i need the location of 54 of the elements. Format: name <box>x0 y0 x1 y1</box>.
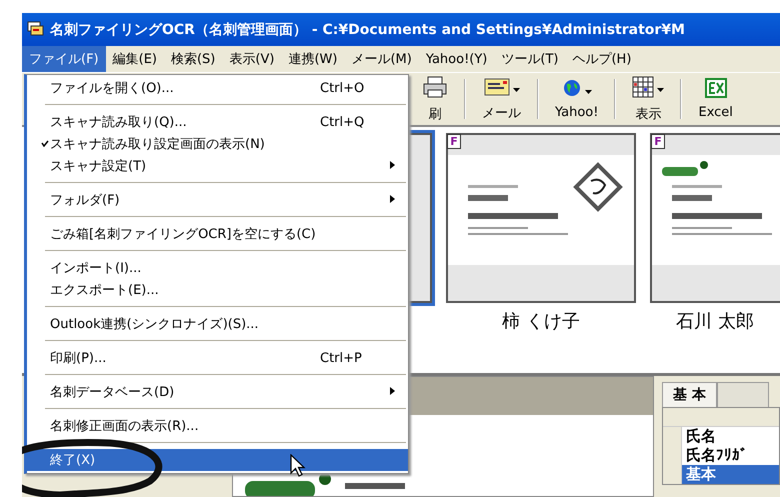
grid-icon <box>632 76 654 98</box>
globe-icon <box>562 78 582 98</box>
menu-item[interactable]: ファイル(F) <box>22 46 106 72</box>
badge: F <box>651 134 665 149</box>
menu-item[interactable]: 検索(S) <box>164 46 222 72</box>
menu-item[interactable]: 編集(E) <box>106 46 164 72</box>
card-thumbnail[interactable]: F <box>650 133 780 303</box>
toolbar-button[interactable]: Yahoo! <box>545 76 608 122</box>
menu-item[interactable]: 名刺データベース(D) <box>27 381 408 403</box>
menu-item[interactable]: スキャナ読み取り設定画面の表示(N) <box>27 133 408 155</box>
card-name: 柿 くけ子 <box>502 310 580 333</box>
menu-item[interactable]: エクスポート(E)... <box>27 279 408 301</box>
menu-item[interactable]: フォルダ(F) <box>27 189 408 211</box>
toolbar-button[interactable]: 刷 <box>412 74 458 124</box>
toolbar-button[interactable]: 表示 <box>622 74 674 124</box>
menu-item[interactable]: ごみ箱[名刺ファイリングOCR]を空にする(C) <box>27 223 408 245</box>
table-cell[interactable]: 氏名 <box>682 427 779 446</box>
table-cell[interactable]: 基本 <box>682 465 779 484</box>
menu-item[interactable]: 連携(W) <box>281 46 344 72</box>
menu-item[interactable]: 表示(V) <box>222 46 282 72</box>
menu-item[interactable]: メール(M) <box>344 46 419 72</box>
caret-icon <box>512 88 520 92</box>
row-header <box>663 427 682 446</box>
menu-item[interactable]: ツール(T) <box>494 46 566 72</box>
submenu-arrow-icon <box>390 194 395 202</box>
tab[interactable] <box>716 382 769 407</box>
menu-item[interactable]: ヘルプ(H) <box>565 46 638 72</box>
toolbar-button[interactable]: メール <box>472 74 531 124</box>
tab[interactable]: 基 本 <box>662 382 717 407</box>
menu-item[interactable]: インポート(I)... <box>27 257 408 279</box>
menu-item[interactable]: 名刺修正画面の表示(R)... <box>27 415 408 437</box>
menu-item[interactable]: 終了(X) <box>27 449 408 471</box>
badge: F <box>447 134 461 149</box>
envelope-icon <box>484 76 510 96</box>
caret-icon <box>584 90 592 94</box>
check-icon <box>41 140 49 146</box>
window-title: 名刺ファイリングOCR（名刺管理画面） - C:¥Documents and Settings¥Administrator¥M <box>50 20 685 38</box>
menu-item[interactable]: スキャナ読み取り(Q)... Ctrl+Q <box>27 111 408 133</box>
menu-item[interactable]: 印刷(P)... Ctrl+P <box>27 347 408 369</box>
printer-icon <box>422 76 448 98</box>
menu-item[interactable]: ファイルを開く(O)... Ctrl+O <box>27 77 408 99</box>
card-thumbnail[interactable]: F <box>446 133 636 303</box>
spreadsheet-icon <box>704 78 727 98</box>
menu-item[interactable]: Yahoo!(Y) <box>418 46 494 72</box>
menu-item[interactable]: Outlook連携(シンクロナイズ)(S)... <box>27 313 408 335</box>
row-header <box>663 465 682 484</box>
submenu-arrow-icon <box>390 160 395 168</box>
table-cell[interactable]: 氏名ﾌﾘｶﾞ <box>682 446 779 465</box>
card-name: 石川 太郎 <box>676 310 754 333</box>
submenu-arrow-icon <box>390 386 395 394</box>
caret-icon <box>657 88 664 92</box>
app-icon <box>26 18 44 36</box>
toolbar-button[interactable]: Excel <box>688 76 743 122</box>
menu-item[interactable]: スキャナ設定(T) <box>27 155 408 177</box>
